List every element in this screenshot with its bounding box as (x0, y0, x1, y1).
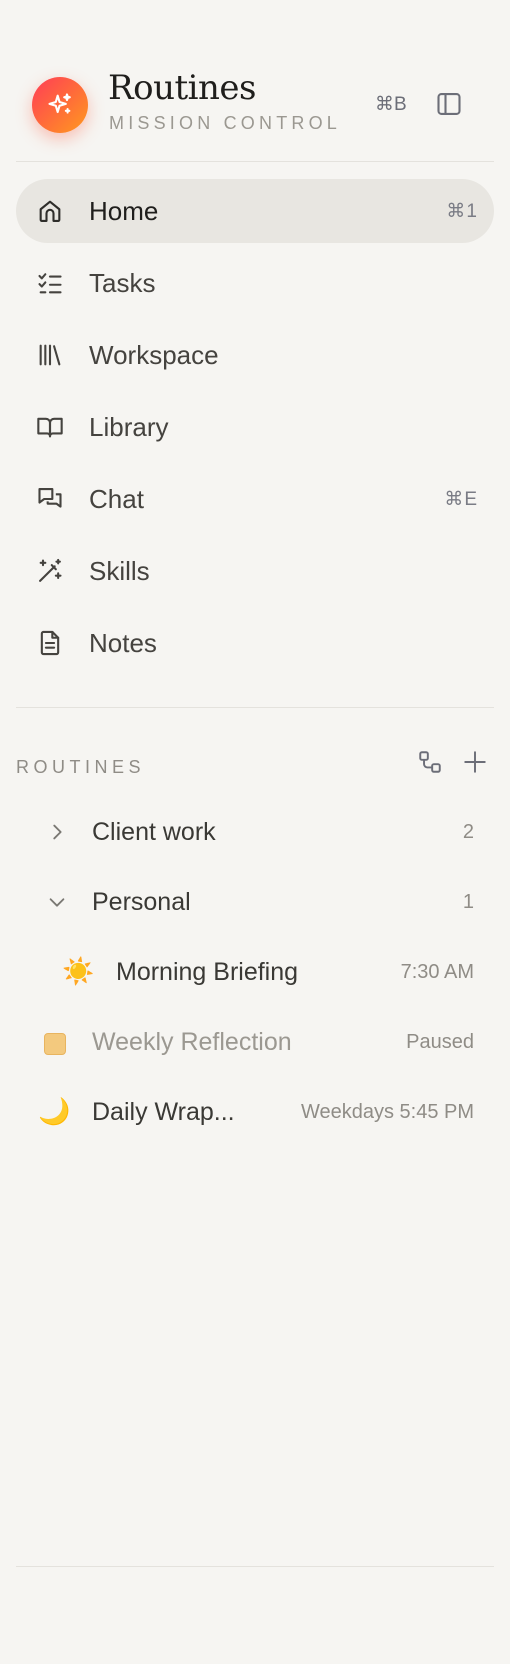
nav-item-tasks[interactable]: Tasks (16, 251, 494, 315)
routines-section-title: ROUTINES (16, 757, 146, 777)
routine-item-schedule: Weekdays 5:45 PM (300, 1101, 474, 1123)
library-books-icon (39, 344, 61, 366)
toggle-sidebar-shortcut: ⌘B (375, 94, 407, 115)
nav-divider (16, 707, 494, 708)
routine-item-label: Daily Wrap... (92, 1098, 235, 1126)
nav-label-notes: Notes (89, 627, 157, 658)
nav-shortcut-home: ⌘1 (446, 200, 478, 222)
document-icon (40, 630, 60, 656)
routine-item-weekly-reflection[interactable]: Weekly Reflection Paused (16, 1013, 494, 1073)
routine-group-count: 2 (462, 821, 474, 843)
routine-item-daily-wrap[interactable]: 🌙 Daily Wrap... Weekdays 5:45 PM (16, 1083, 494, 1143)
moon-icon: 🌙 (38, 1096, 71, 1126)
toggle-sidebar-button[interactable] (434, 89, 464, 119)
routine-item-morning-briefing[interactable]: ☀️ Morning Briefing 7:30 AM (16, 943, 494, 1003)
nav-label-home: Home (89, 195, 159, 226)
nav-item-library[interactable]: Library (16, 395, 494, 459)
nav-label-workspace: Workspace (89, 339, 219, 370)
nav-item-home[interactable]: Home ⌘1 (16, 179, 494, 243)
routine-group-label: Personal (92, 888, 191, 916)
app-logo[interactable] (32, 77, 88, 133)
routine-item-label: Weekly Reflection (92, 1028, 292, 1056)
add-routine-button[interactable] (460, 747, 490, 777)
routine-item-status: Paused (406, 1031, 474, 1053)
nav-item-chat[interactable]: Chat ⌘E (16, 467, 494, 531)
nav-label-library: Library (89, 411, 169, 442)
open-book-icon (37, 417, 63, 438)
plus-icon (464, 751, 486, 773)
nav-item-skills[interactable]: Skills (16, 539, 494, 603)
group-routines-button[interactable] (415, 747, 445, 777)
nav-shortcut-chat: ⌘E (444, 488, 478, 510)
paused-square-icon (44, 1033, 66, 1055)
app-subtitle: MISSION CONTROL (109, 113, 342, 133)
app-title: Routines (108, 68, 256, 108)
chevron-down-icon[interactable] (46, 891, 68, 913)
routine-item-label: Morning Briefing (116, 958, 299, 986)
sidebar-panel-icon (437, 93, 461, 115)
nav-item-notes[interactable]: Notes (16, 611, 494, 675)
sidebar-header: Routines MISSION CONTROL ⌘B (0, 0, 510, 162)
nav-item-workspace[interactable]: Workspace (16, 323, 494, 387)
sparkles-icon (48, 93, 71, 114)
home-icon (39, 200, 61, 222)
nav-label-skills: Skills (89, 555, 150, 586)
checklist-icon (38, 273, 62, 294)
magic-wand-icon (39, 558, 62, 582)
routine-group-personal[interactable]: Personal 1 (16, 873, 494, 933)
routine-group-client-work[interactable]: Client work 2 (16, 803, 494, 863)
footer-divider (16, 1566, 494, 1567)
routine-group-label: Client work (92, 818, 216, 846)
connect-nodes-icon (419, 751, 441, 773)
sun-icon: ☀️ (62, 956, 95, 986)
nav-label-tasks: Tasks (89, 267, 156, 298)
chevron-right-icon[interactable] (46, 821, 68, 843)
routine-item-schedule: 7:30 AM (400, 961, 474, 983)
nav-label-chat: Chat (89, 483, 144, 514)
routine-group-count: 1 (462, 891, 474, 913)
chat-bubbles-icon (38, 488, 62, 508)
header-divider (16, 161, 494, 162)
